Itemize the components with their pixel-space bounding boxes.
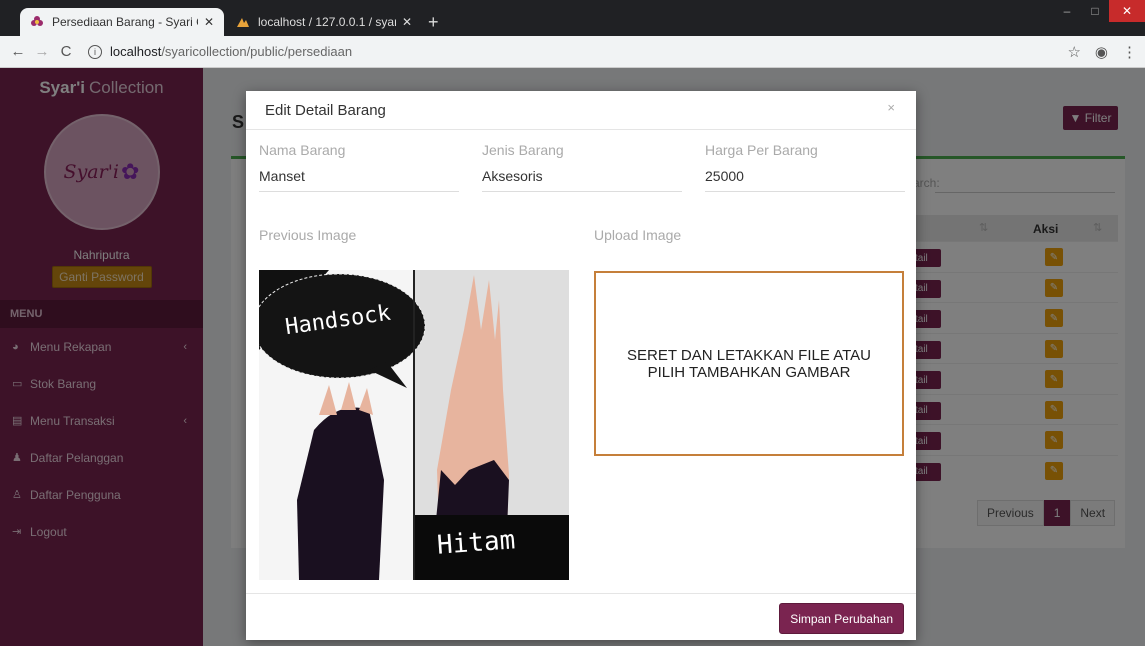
window-close-icon[interactable]: ✕ [1109,0,1145,22]
field-nama-barang: Nama Barang Manset [259,142,459,192]
app-window: Syar'i Collection Syar'i ✿ Nahriputra Ga… [0,68,1145,646]
harga-barang-input[interactable]: 25000 [705,168,905,192]
browser-tab-active[interactable]: Persediaan Barang - Syari Collect ✕ [20,8,224,36]
star-icon[interactable]: ☆ [1067,43,1080,61]
maximize-icon[interactable]: □ [1081,0,1109,22]
url-path: /syaricollection/public/persediaan [161,44,353,59]
account-icon[interactable]: ◉ [1095,43,1108,61]
modal-title: Edit Detail Barang [265,101,386,119]
info-icon[interactable]: i [88,44,102,59]
browser-tab-bar: Persediaan Barang - Syari Collect ✕ loca… [0,0,1145,36]
window-controls: – □ ✕ [1053,0,1145,22]
tab-title: localhost / 127.0.0.1 / syaricollect [258,15,396,29]
address-bar: ← → C i localhost/syaricollection/public… [0,36,1145,68]
forward-icon[interactable]: → [30,43,54,60]
close-icon[interactable]: × [887,100,895,115]
photo-caption-bottom: Hitam [436,525,517,561]
upload-image-label: Upload Image [594,227,682,243]
image-dropzone[interactable]: SERET DAN LETAKKAN FILE ATAU PILIH TAMBA… [594,271,904,456]
tab-title: Persediaan Barang - Syari Collect [52,15,198,29]
back-icon[interactable]: ← [6,43,30,60]
edit-item-modal: Edit Detail Barang × Nama Barang Manset … [246,91,916,640]
phpmyadmin-favicon-icon [237,18,249,27]
dropzone-text: SERET DAN LETAKKAN FILE ATAU PILIH TAMBA… [627,346,871,381]
previous-image: Handsock Hitam [259,270,569,580]
save-changes-button[interactable]: Simpan Perubahan [779,603,904,634]
browser-tab-inactive[interactable]: localhost / 127.0.0.1 / syaricollect ✕ [226,8,422,36]
menu-icon[interactable]: ⋮ [1122,43,1137,61]
field-label: Jenis Barang [482,142,564,158]
modal-header: Edit Detail Barang [246,91,916,130]
url-host: localhost [110,44,162,59]
flower-favicon-icon [31,16,43,26]
nama-barang-input[interactable]: Manset [259,168,459,192]
tab-close-icon[interactable]: ✕ [204,15,214,29]
modal-footer: Simpan Perubahan [246,593,916,640]
jenis-barang-input[interactable]: Aksesoris [482,168,682,192]
field-label: Harga Per Barang [705,142,818,158]
field-jenis-barang: Jenis Barang Aksesoris [482,142,682,192]
field-label: Nama Barang [259,142,346,158]
tab-close-icon[interactable]: ✕ [402,15,412,29]
field-harga-barang: Harga Per Barang 25000 [705,142,905,192]
minimize-icon[interactable]: – [1053,0,1081,22]
reload-icon[interactable]: C [54,43,78,60]
previous-image-label: Previous Image [259,227,357,243]
url-field[interactable]: i localhost/syaricollection/public/perse… [88,44,352,59]
new-tab-button[interactable]: + [428,12,439,33]
